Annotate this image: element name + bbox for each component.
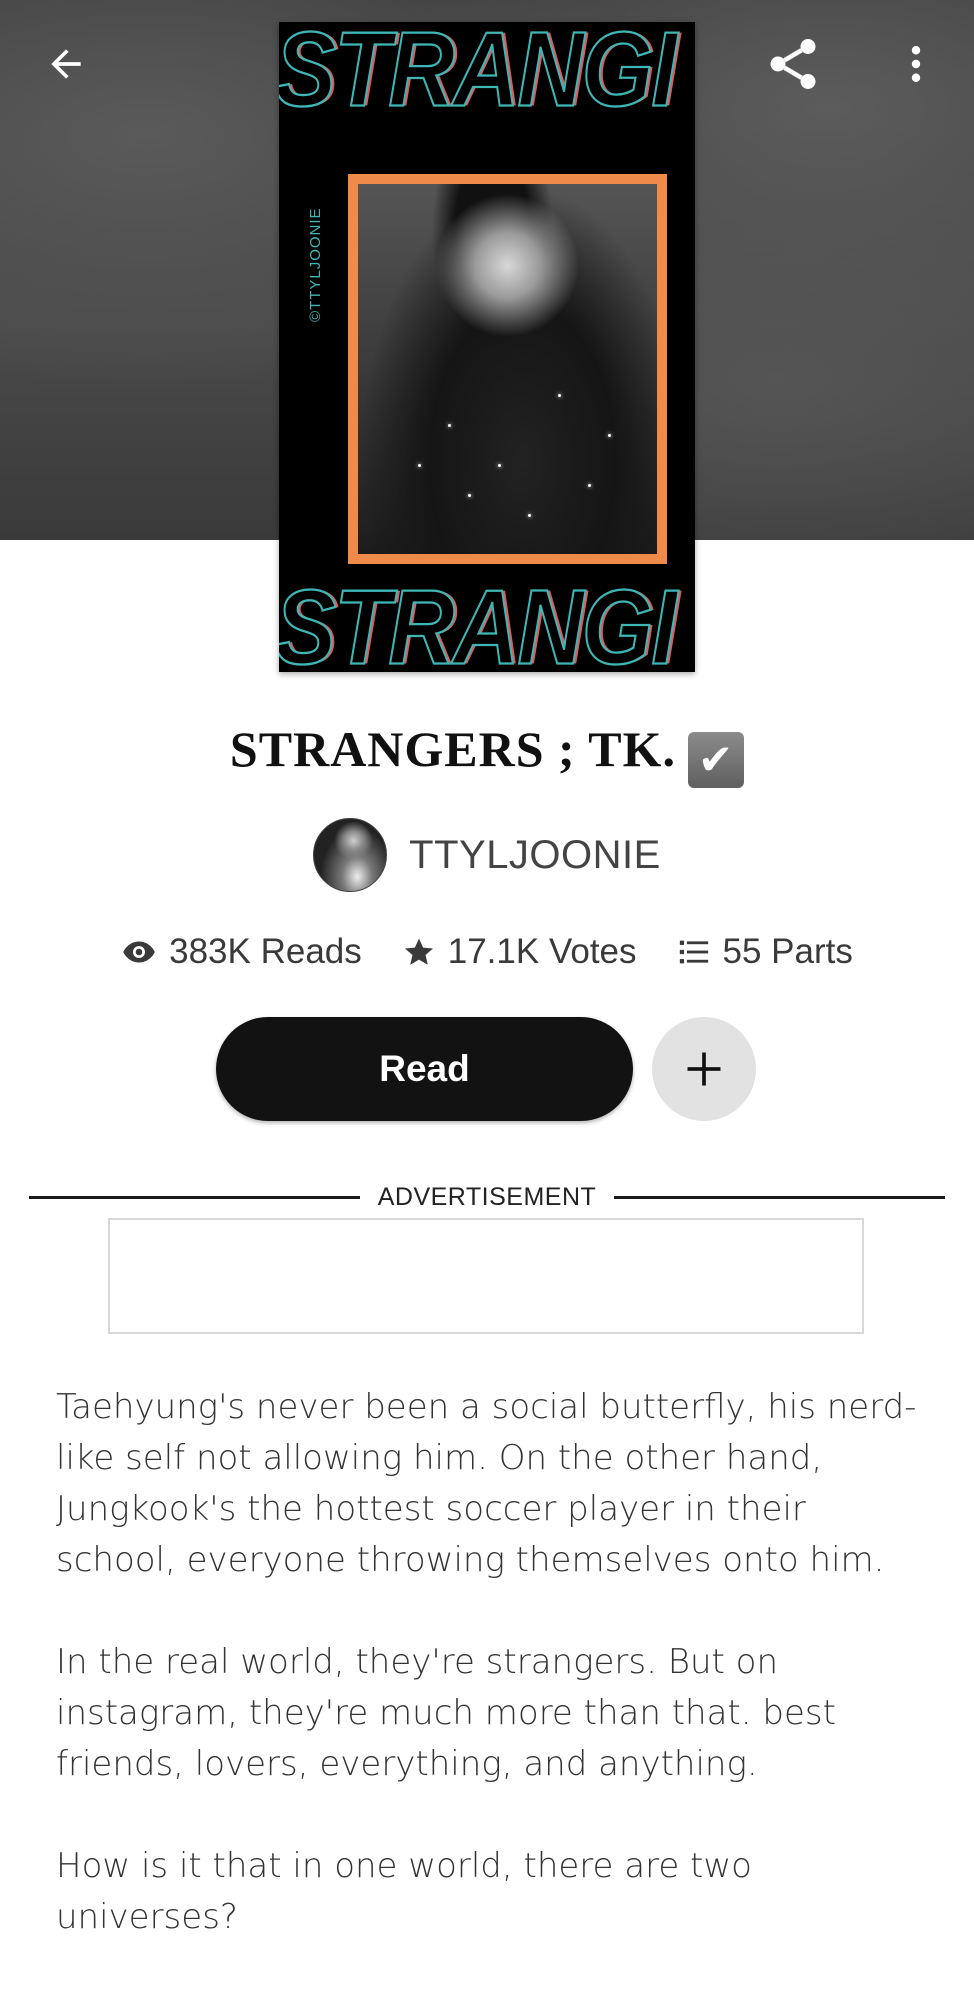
author-name[interactable]: TTYLJOONIE [409, 833, 661, 878]
more-vertical-icon [911, 46, 921, 82]
parts-count: 55 Parts [722, 932, 853, 971]
description-paragraph: How is it that in one world, there are t… [56, 1846, 752, 1937]
divider-line-left [29, 1195, 360, 1199]
more-options-button[interactable] [880, 28, 952, 100]
description-paragraph: Taehyung's never been a social butterfly… [56, 1387, 917, 1580]
advertisement-label: ADVERTISEMENT [377, 1182, 597, 1211]
advertisement-divider: ADVERTISEMENT [29, 1180, 946, 1214]
add-to-library-button[interactable] [652, 1017, 756, 1121]
reads-count: 383K Reads [169, 932, 362, 971]
author-avatar[interactable] [313, 818, 388, 892]
check-emoji-icon: ✔ [688, 732, 745, 788]
story-title: STRANGERS ; TK. ✔ [0, 720, 974, 788]
share-button[interactable] [757, 28, 829, 100]
story-description: Taehyung's never been a social butterfly… [56, 1382, 926, 1994]
share-icon [770, 39, 816, 89]
cover-title-top: STRANGI [279, 22, 678, 129]
arrow-left-icon [51, 49, 81, 79]
votes-count: 17.1K Votes [447, 932, 637, 971]
description-paragraph: In the real world, they're strangers. Bu… [56, 1642, 836, 1784]
back-button[interactable] [30, 28, 102, 100]
read-button-label: Read [379, 1048, 470, 1089]
reads-stat: 383K Reads [121, 932, 362, 972]
author-row[interactable]: TTYLJOONIE [0, 818, 974, 892]
cover-title-bottom: STRANGI [279, 569, 678, 672]
eye-icon [123, 941, 155, 963]
list-icon [679, 940, 708, 964]
story-cover-image: STRANGI ©TTYLJOONIE STRANGI [279, 22, 695, 672]
plus-icon [687, 1052, 721, 1086]
divider-line-right [614, 1195, 946, 1199]
read-button[interactable]: Read [216, 1017, 633, 1121]
cover-photo-frame [348, 174, 667, 564]
story-title-text: STRANGERS ; TK. [229, 721, 677, 777]
advertisement-slot[interactable] [108, 1218, 864, 1334]
votes-stat: 17.1K Votes [402, 932, 637, 972]
star-icon [404, 938, 433, 965]
cover-credit: ©TTYLJOONIE [307, 207, 324, 322]
story-stats: 383K Reads 17.1K Votes 55 Parts [0, 932, 974, 972]
parts-stat: 55 Parts [677, 932, 853, 972]
